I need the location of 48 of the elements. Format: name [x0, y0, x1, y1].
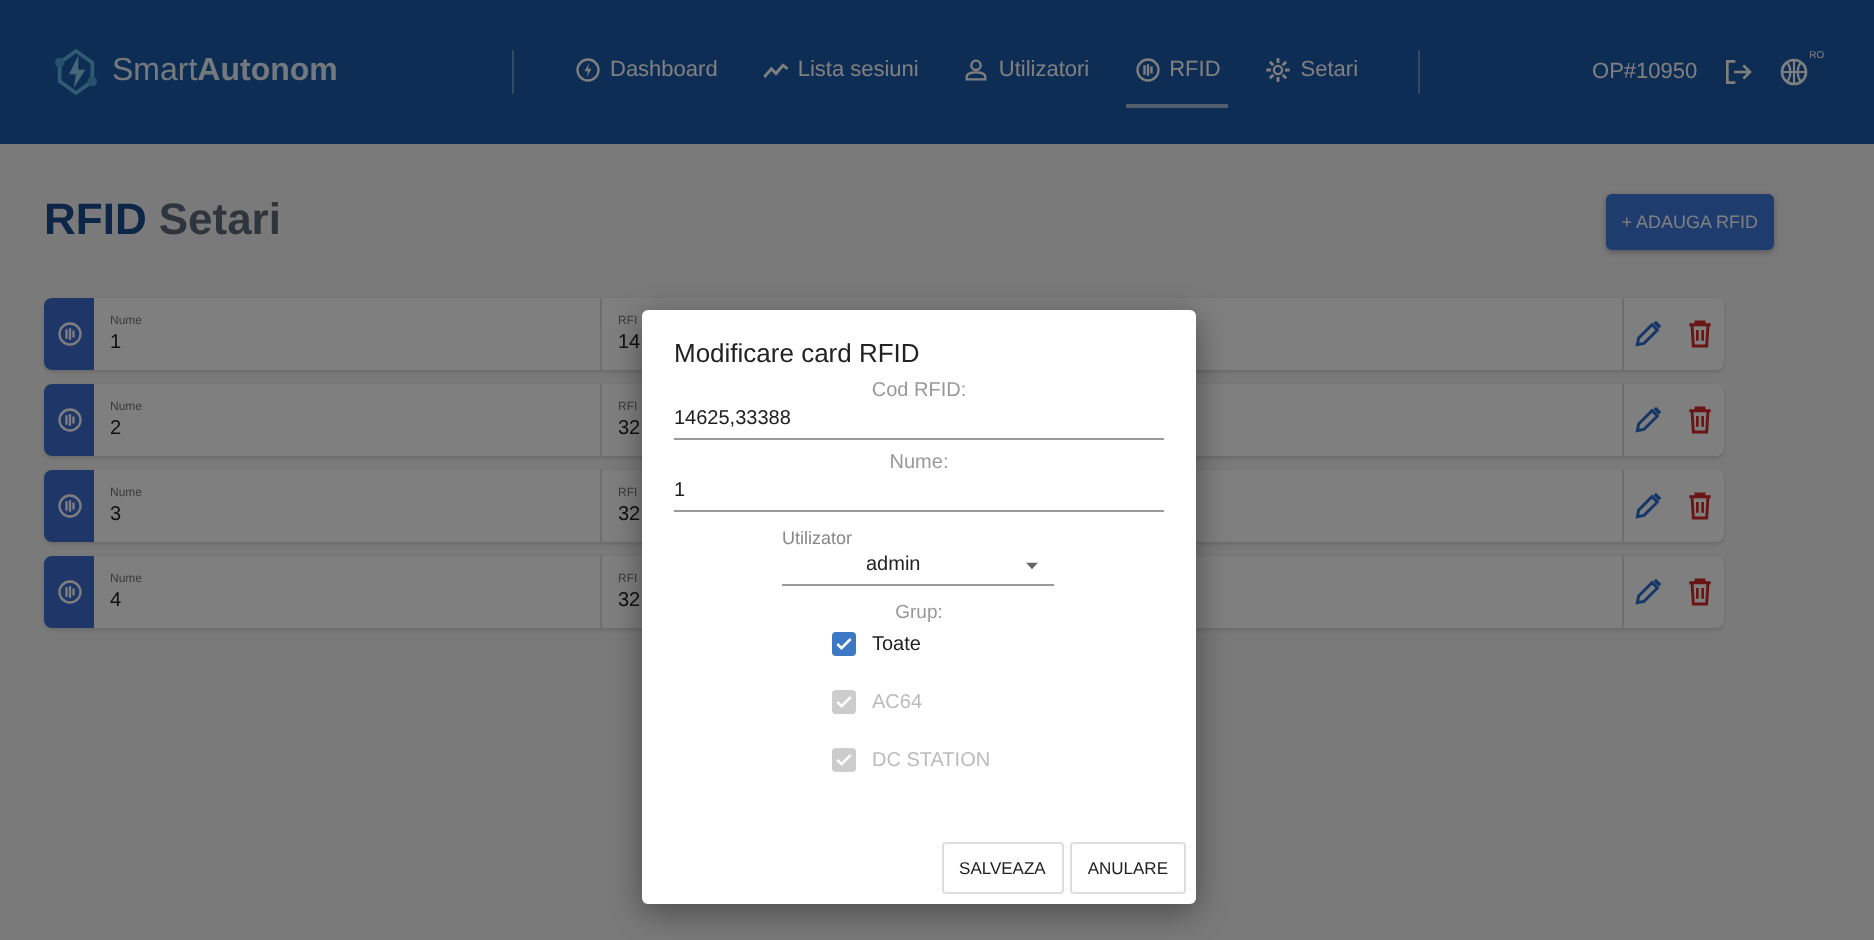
- nav-tab[interactable]: RFID: [1125, 36, 1229, 108]
- field-value: 32: [618, 589, 641, 611]
- field-value: 1: [110, 331, 122, 353]
- field-value: 4: [110, 589, 122, 611]
- page-subtitle: Setari: [158, 194, 281, 246]
- logo-text: SmartAutonom: [112, 54, 338, 90]
- pencil-icon[interactable]: [1632, 404, 1664, 436]
- select-label: Utilizator: [782, 528, 853, 548]
- field-value: 32: [618, 417, 641, 439]
- pencil-icon[interactable]: [1632, 576, 1664, 608]
- pencil-icon[interactable]: [1632, 318, 1664, 350]
- dashboard-icon: [574, 56, 602, 84]
- checkbox-label: AC64: [872, 691, 923, 713]
- nav-tab[interactable]: Dashboard: [566, 36, 726, 108]
- field-value: 14: [618, 331, 641, 353]
- logout-icon[interactable]: [1721, 56, 1754, 88]
- field-label: Nume:: [887, 452, 951, 474]
- trash-icon[interactable]: [1684, 490, 1716, 522]
- dialog-title: Modificare card RFID: [674, 338, 922, 368]
- rfid-icon: [55, 406, 83, 434]
- nav-tab[interactable]: Setari: [1256, 36, 1367, 108]
- nav-tab[interactable]: Utilizatori: [954, 36, 1098, 108]
- dialog-button[interactable]: ANULARE: [1069, 842, 1186, 894]
- text-field[interactable]: 14625,33388: [674, 404, 1164, 440]
- add-rfid-button[interactable]: + ADAUGA RFID: [1605, 194, 1774, 250]
- rfid-icon: [55, 492, 83, 520]
- rfid-icon: [1133, 56, 1162, 84]
- trash-icon[interactable]: [1684, 576, 1716, 608]
- field-value: 32: [618, 503, 641, 525]
- checkbox-label: DC STATION: [872, 749, 991, 771]
- field-value: 2: [110, 417, 122, 439]
- rfid-icon: [55, 320, 83, 348]
- user-icon: [962, 56, 991, 84]
- trash-icon[interactable]: [1684, 318, 1716, 350]
- group-label: Grup:: [893, 602, 945, 624]
- field-label: Cod RFID:: [869, 380, 969, 402]
- field-value: 3: [110, 503, 122, 525]
- text-field[interactable]: 1: [674, 476, 1164, 512]
- dialog-button[interactable]: SALVEAZA: [941, 842, 1064, 894]
- checkbox[interactable]: [832, 632, 856, 656]
- checkbox-label: Toate: [872, 633, 921, 655]
- trash-icon[interactable]: [1684, 404, 1716, 436]
- operator-id: OP#10950: [1592, 60, 1698, 84]
- user-select[interactable]: admin: [782, 548, 1054, 586]
- nav-tab[interactable]: Lista sesiuni: [753, 36, 927, 108]
- rfid-icon: [55, 578, 83, 606]
- pencil-icon[interactable]: [1632, 490, 1664, 522]
- page-title: RFID: [44, 194, 147, 246]
